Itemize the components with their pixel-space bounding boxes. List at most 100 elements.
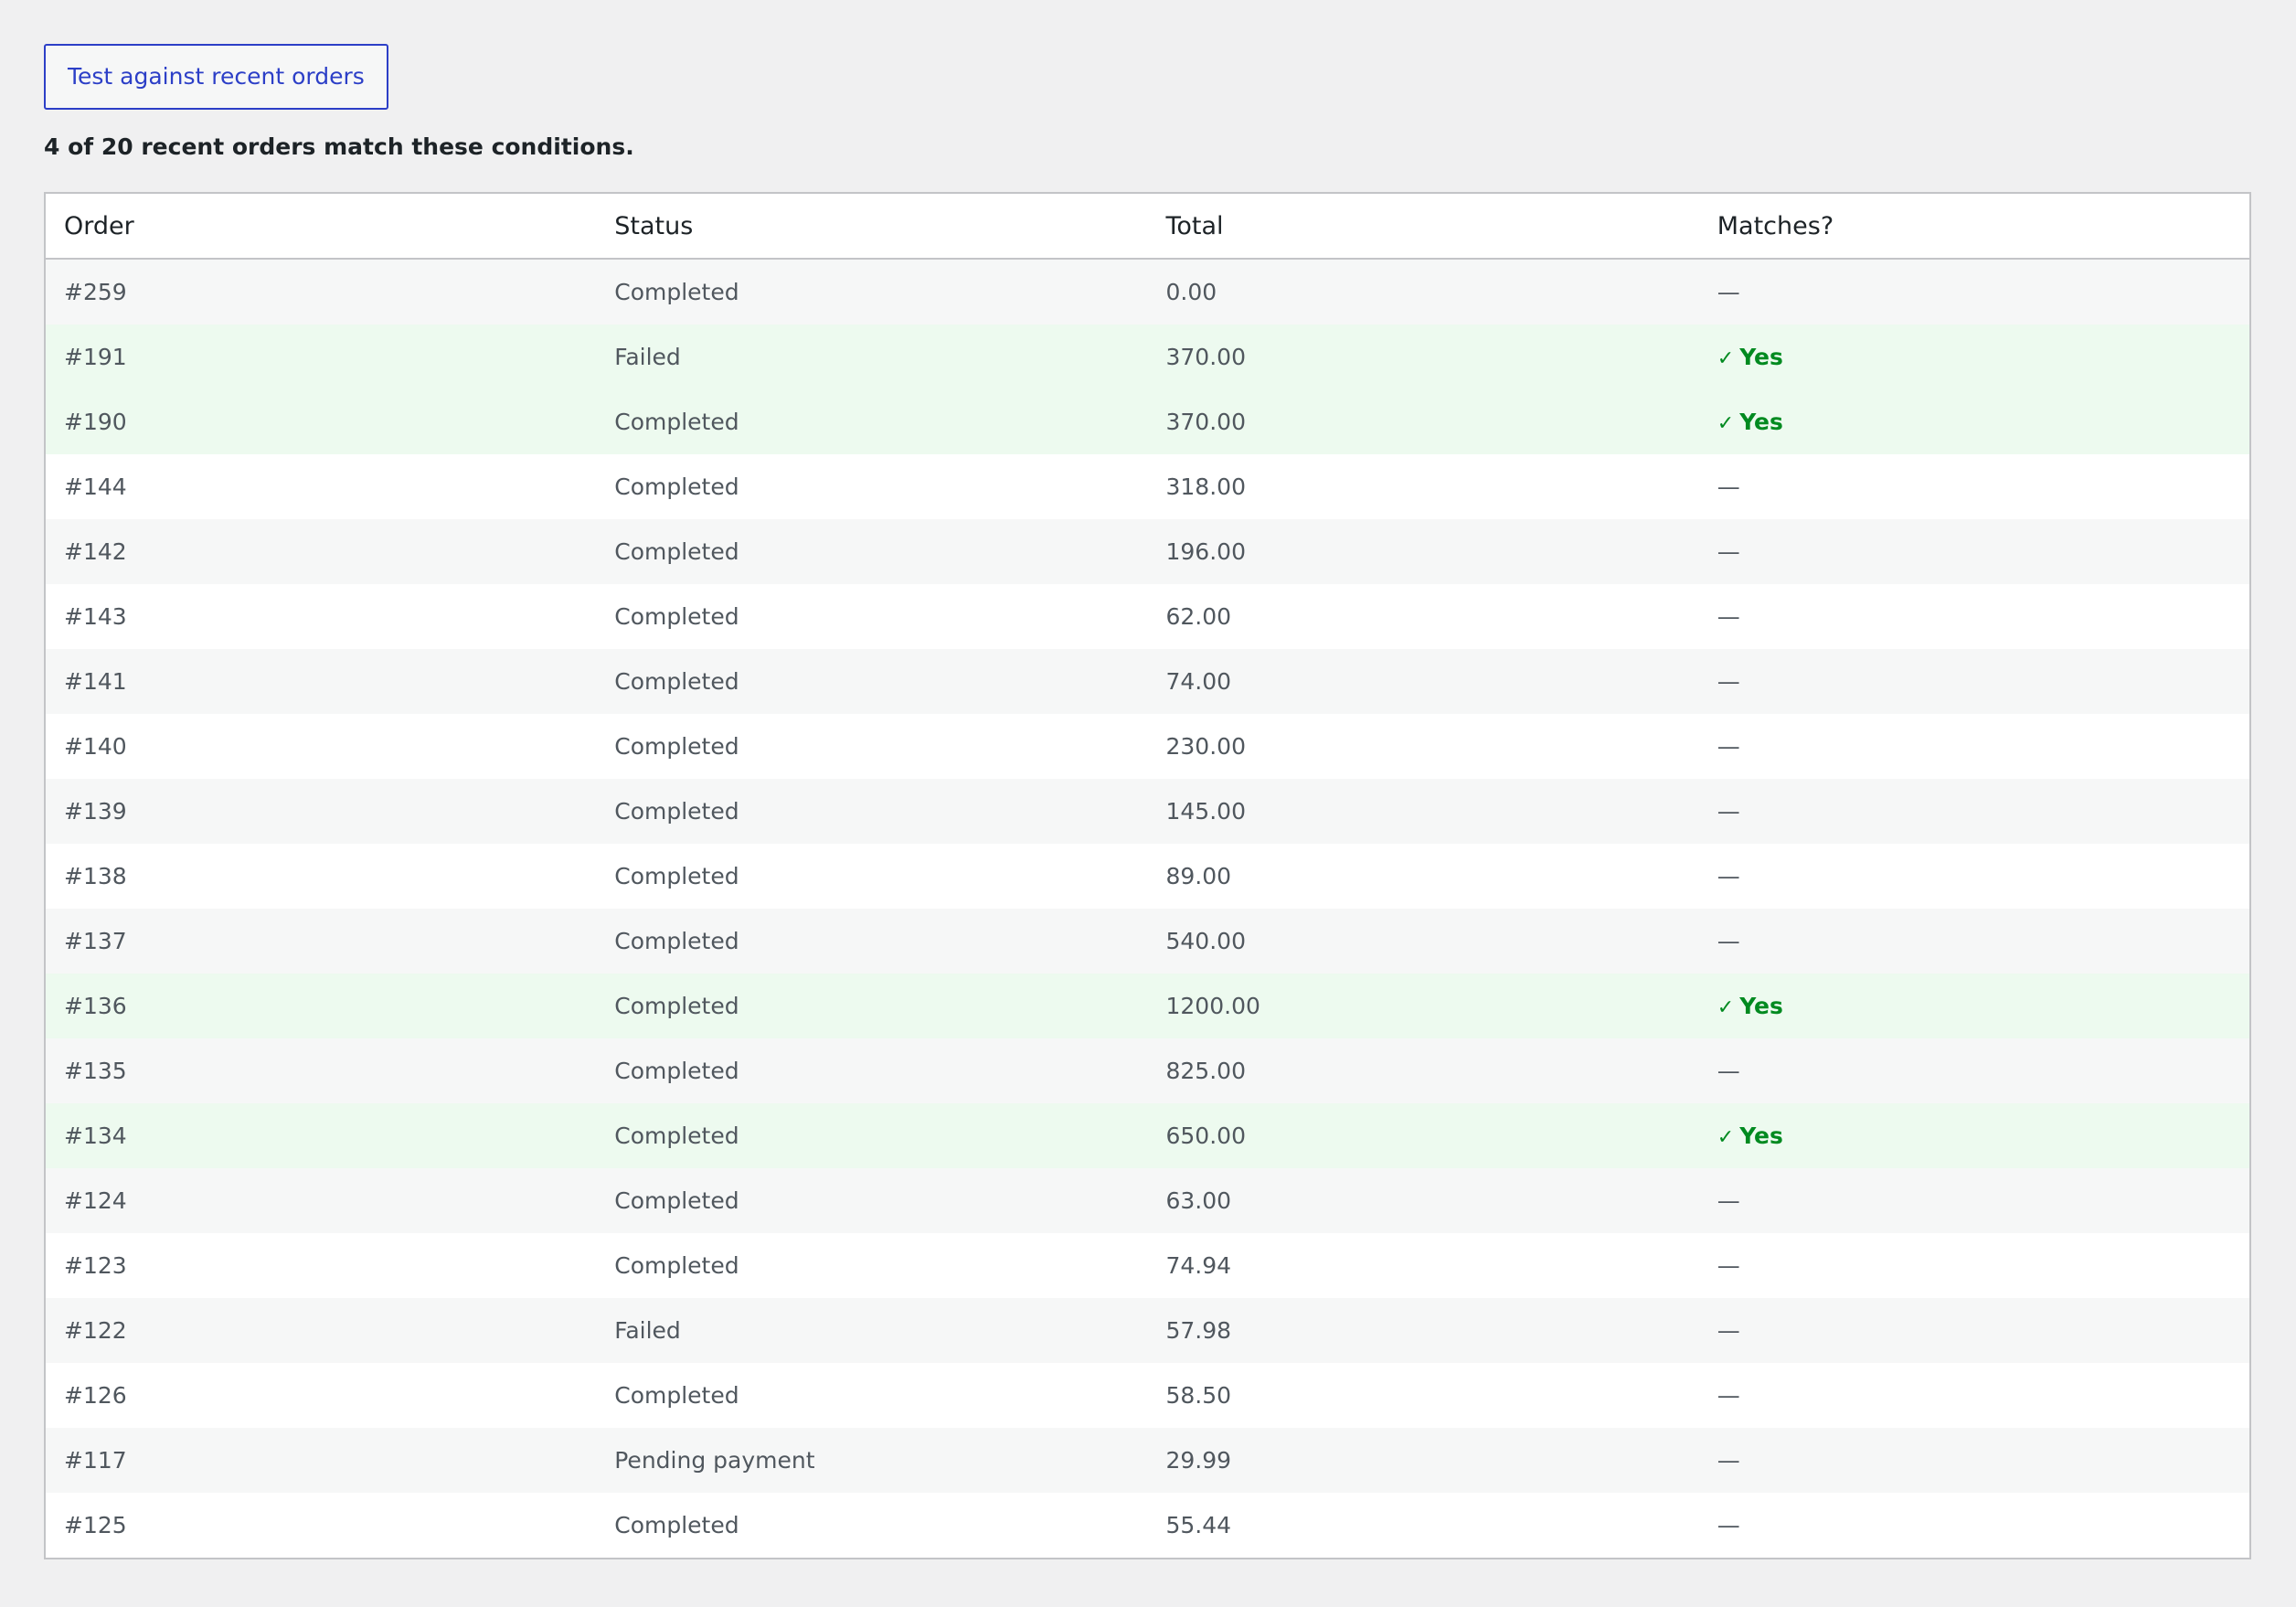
table-row: #126 Completed 58.50 —: [45, 1363, 2250, 1428]
order-status-cell: Completed: [596, 1363, 1148, 1428]
order-status-cell: Completed: [596, 1103, 1148, 1168]
order-match-cell: —: [1698, 779, 2250, 844]
order-number-cell: #135: [45, 1038, 597, 1103]
order-number-cell: #141: [45, 649, 597, 714]
match-yes-indicator: ✓ Yes: [1717, 1123, 1783, 1149]
column-header-matches: Matches?: [1698, 193, 2250, 260]
order-status-cell: Completed: [596, 1233, 1148, 1298]
order-test-panel: Test against recent orders 4 of 20 recen…: [44, 44, 2251, 1559]
order-status-cell: Failed: [596, 325, 1148, 389]
match-no-indicator: —: [1717, 1252, 1740, 1279]
match-no-indicator: —: [1717, 863, 1740, 889]
order-status-cell: Completed: [596, 454, 1148, 519]
match-no-indicator: —: [1717, 668, 1740, 695]
order-number-cell: #136: [45, 974, 597, 1038]
order-status-cell: Completed: [596, 714, 1148, 779]
order-number-cell: #123: [45, 1233, 597, 1298]
order-total-cell: 29.99: [1147, 1428, 1699, 1493]
order-match-cell: —: [1698, 259, 2250, 325]
order-status-cell: Completed: [596, 1168, 1148, 1233]
match-no-indicator: —: [1717, 603, 1740, 630]
table-row: #123 Completed 74.94 —: [45, 1233, 2250, 1298]
order-match-cell: ✓ Yes: [1698, 325, 2250, 389]
order-number-cell: #124: [45, 1168, 597, 1233]
checkmark-icon: ✓: [1717, 1126, 1735, 1149]
table-row: #122 Failed 57.98 —: [45, 1298, 2250, 1363]
order-number-cell: #190: [45, 389, 597, 454]
order-status-cell: Failed: [596, 1298, 1148, 1363]
order-number-cell: #142: [45, 519, 597, 584]
table-header-row: Order Status Total Matches?: [45, 193, 2250, 260]
order-status-cell: Completed: [596, 974, 1148, 1038]
order-total-cell: 57.98: [1147, 1298, 1699, 1363]
match-no-indicator: —: [1717, 928, 1740, 954]
order-total-cell: 825.00: [1147, 1038, 1699, 1103]
order-status-cell: Completed: [596, 259, 1148, 325]
order-status-cell: Completed: [596, 519, 1148, 584]
order-total-cell: 74.00: [1147, 649, 1699, 714]
order-status-cell: Completed: [596, 584, 1148, 649]
match-yes-label: Yes: [1739, 993, 1783, 1019]
order-total-cell: 318.00: [1147, 454, 1699, 519]
checkmark-icon: ✓: [1717, 347, 1735, 370]
checkmark-icon: ✓: [1717, 996, 1735, 1019]
order-number-cell: #138: [45, 844, 597, 909]
order-total-cell: 55.44: [1147, 1493, 1699, 1559]
checkmark-icon: ✓: [1717, 412, 1735, 435]
table-row: #191 Failed 370.00 ✓ Yes: [45, 325, 2250, 389]
order-match-cell: —: [1698, 584, 2250, 649]
match-yes-indicator: ✓ Yes: [1717, 993, 1783, 1019]
match-yes-label: Yes: [1739, 344, 1783, 370]
table-row: #139 Completed 145.00 —: [45, 779, 2250, 844]
table-row: #117 Pending payment 29.99 —: [45, 1428, 2250, 1493]
match-no-indicator: —: [1717, 538, 1740, 565]
table-row: #142 Completed 196.00 —: [45, 519, 2250, 584]
order-total-cell: 62.00: [1147, 584, 1699, 649]
order-match-cell: —: [1698, 649, 2250, 714]
match-yes-indicator: ✓ Yes: [1717, 409, 1783, 435]
order-match-cell: —: [1698, 909, 2250, 974]
order-number-cell: #139: [45, 779, 597, 844]
column-header-order: Order: [45, 193, 597, 260]
order-total-cell: 58.50: [1147, 1363, 1699, 1428]
order-match-cell: —: [1698, 1038, 2250, 1103]
order-match-cell: —: [1698, 1428, 2250, 1493]
order-status-cell: Completed: [596, 649, 1148, 714]
match-no-indicator: —: [1717, 1512, 1740, 1538]
order-match-cell: ✓ Yes: [1698, 389, 2250, 454]
match-summary: 4 of 20 recent orders match these condit…: [44, 133, 634, 160]
order-total-cell: 74.94: [1147, 1233, 1699, 1298]
table-row: #135 Completed 825.00 —: [45, 1038, 2250, 1103]
order-status-cell: Completed: [596, 779, 1148, 844]
order-status-cell: Completed: [596, 1493, 1148, 1559]
table-row: #140 Completed 230.00 —: [45, 714, 2250, 779]
match-no-indicator: —: [1717, 733, 1740, 760]
match-yes-indicator: ✓ Yes: [1717, 344, 1783, 370]
table-row: #124 Completed 63.00 —: [45, 1168, 2250, 1233]
order-number-cell: #122: [45, 1298, 597, 1363]
match-no-indicator: —: [1717, 1058, 1740, 1084]
match-no-indicator: —: [1717, 1447, 1740, 1474]
test-recent-orders-button[interactable]: Test against recent orders: [44, 44, 388, 110]
order-match-cell: —: [1698, 454, 2250, 519]
column-header-status: Status: [596, 193, 1148, 260]
order-status-cell: Completed: [596, 844, 1148, 909]
order-number-cell: #191: [45, 325, 597, 389]
orders-table: Order Status Total Matches? #259 Complete…: [44, 192, 2251, 1559]
order-match-cell: ✓ Yes: [1698, 1103, 2250, 1168]
order-number-cell: #143: [45, 584, 597, 649]
order-number-cell: #134: [45, 1103, 597, 1168]
order-number-cell: #137: [45, 909, 597, 974]
order-match-cell: —: [1698, 1493, 2250, 1559]
order-total-cell: 196.00: [1147, 519, 1699, 584]
order-match-cell: —: [1698, 1298, 2250, 1363]
match-no-indicator: —: [1717, 798, 1740, 825]
table-row: #141 Completed 74.00 —: [45, 649, 2250, 714]
order-number-cell: #117: [45, 1428, 597, 1493]
table-row: #125 Completed 55.44 —: [45, 1493, 2250, 1559]
order-match-cell: ✓ Yes: [1698, 974, 2250, 1038]
order-status-cell: Completed: [596, 909, 1148, 974]
order-status-cell: Completed: [596, 1038, 1148, 1103]
match-no-indicator: —: [1717, 474, 1740, 500]
table-row: #190 Completed 370.00 ✓ Yes: [45, 389, 2250, 454]
